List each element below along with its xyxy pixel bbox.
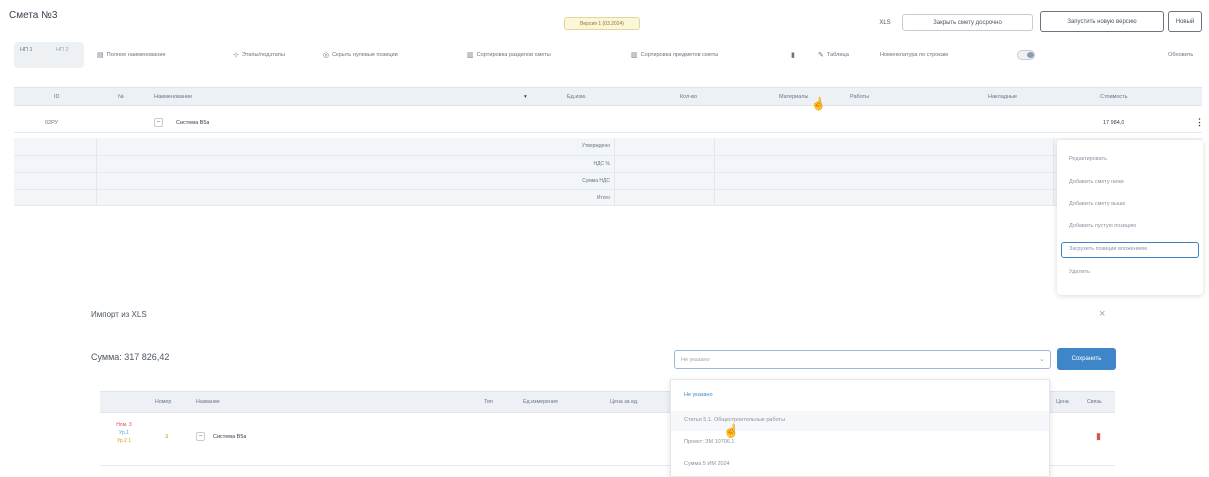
import-col-link: Связь	[1087, 399, 1102, 405]
refresh-button[interactable]: Обновить	[1168, 48, 1193, 62]
col-overhead: Накладные	[988, 94, 1018, 100]
toolbar-stages-label: Этапы/подэтапы	[241, 52, 285, 58]
trash-icon: ▮	[791, 52, 795, 59]
col-unit: Ед.изм.	[567, 94, 587, 100]
line-numbering-toggle[interactable]	[1017, 50, 1035, 60]
toolbar-table[interactable]: ✎ Таблица	[818, 48, 849, 62]
menu-add-empty-position[interactable]: Добавить пустую позицию	[1069, 223, 1136, 229]
mouse-cursor-icon: ☝	[809, 95, 828, 113]
launch-new-version-button[interactable]: Запустить новую версию	[1040, 11, 1164, 32]
toolbar-sort-sections-label: Сортировка разделов сметы	[476, 52, 551, 58]
chevron-down-icon: ⌄	[1039, 356, 1045, 363]
expand-toggle[interactable]: −	[154, 118, 163, 127]
menu-edit[interactable]: Редактировать	[1069, 156, 1107, 162]
toolbar-full-names[interactable]: ▤ Полное наименование	[97, 48, 166, 62]
col-materials: Материалы	[779, 94, 809, 100]
sort-items-icon: ▥	[631, 52, 638, 59]
col-cost: Стоимость	[1100, 94, 1128, 100]
summary-total: Итого	[596, 195, 610, 201]
sort-icon: ▥	[467, 52, 474, 59]
dropdown-option[interactable]: Проект: ЗМ 10706.1	[684, 439, 735, 445]
toolbar-sort-items-label: Сортировка предметов сметы	[640, 52, 719, 58]
branch-icon: ⊹	[233, 52, 239, 59]
tab-group: НП 1 НП 2	[14, 42, 84, 68]
row-flag-2: Ур.1	[119, 430, 129, 436]
row-number: 3	[165, 434, 169, 440]
toolbar-stages[interactable]: ⊹ Этапы/подэтапы	[233, 48, 285, 62]
list-icon: ▤	[97, 52, 104, 59]
import-col-unit: Ед.измерения	[523, 399, 558, 405]
import-sum: Сумма: 317 826,42	[91, 352, 170, 362]
new-button[interactable]: Новый	[1168, 11, 1202, 32]
edit-icon: ✎	[818, 52, 824, 59]
row-menu-icon[interactable]: ⋮	[1195, 117, 1204, 128]
summary-approved: Утверждено	[581, 143, 610, 149]
toolbar-line-numbering-label: Номенклатура по строкам	[880, 52, 948, 58]
sort-down-icon[interactable]: ▾	[524, 94, 527, 100]
category-select-value: Не указано	[681, 357, 710, 363]
import-title: Импорт из XLS	[91, 310, 147, 319]
import-col-unit-price: Цена за ед.	[610, 399, 639, 405]
import-col-name: Название	[196, 399, 220, 405]
tab-np2[interactable]: НП 2	[56, 47, 69, 53]
row-flag-1: Ном. 3	[116, 422, 132, 428]
col-qty: Кол-во	[680, 94, 698, 100]
xls-button[interactable]: XLS	[874, 15, 896, 31]
dropdown-option[interactable]: Не указано	[684, 392, 713, 398]
save-button[interactable]: Сохранить	[1057, 348, 1116, 370]
summary-vat-sum: Сумма НДС	[582, 178, 610, 184]
toolbar-sort-items[interactable]: ▥ Сортировка предметов сметы	[631, 48, 718, 62]
toolbar-table-label: Таблица	[826, 52, 849, 58]
row-flag-3: Ур.2 1	[116, 438, 132, 444]
col-works: Работы	[850, 94, 870, 100]
toolbar-full-names-label: Полное наименование	[106, 52, 166, 58]
toolbar-delete[interactable]: ▮	[791, 48, 795, 62]
table-row[interactable]: 02РУ − Система В5а 17 984,0 ⋮	[14, 113, 1204, 133]
menu-load-positions[interactable]: Загрузить позиции вложением	[1069, 246, 1147, 252]
row-id: 02РУ	[45, 120, 59, 126]
import-row-name: Система В5а	[213, 434, 247, 440]
expand-toggle[interactable]: −	[196, 432, 205, 441]
row-name: Система В5а	[176, 120, 210, 126]
table-header: ID № Наименование ▾ Ед.изм. Кол-во Матер…	[14, 87, 1202, 106]
toolbar-hide-empty-label: Скрыть нулевые позиции	[332, 52, 398, 58]
toolbar-line-numbering: Номенклатура по строкам	[880, 48, 948, 62]
import-col-price: Цена	[1056, 399, 1069, 405]
dropdown-option[interactable]: Сумма 5 ИМ 2024	[684, 461, 730, 467]
col-id: ID	[54, 94, 60, 100]
mouse-cursor-icon: ☝	[723, 423, 740, 438]
delete-row-icon[interactable]: ▮	[1096, 431, 1101, 442]
import-col-type: Тип	[484, 399, 493, 405]
toolbar-hide-empty[interactable]: ◎ Скрыть нулевые позиции	[323, 48, 398, 62]
version-badge: Версия 1 (03.2024)	[564, 17, 640, 30]
close-estimate-button[interactable]: Закрыть смету досрочно	[902, 14, 1033, 31]
category-select[interactable]: Не указано ⌄	[674, 350, 1051, 369]
col-name: Наименование	[154, 94, 193, 100]
refresh-label: Обновить	[1168, 52, 1194, 58]
menu-delete[interactable]: Удалить	[1069, 269, 1090, 275]
menu-add-estimate-below[interactable]: Добавить смету ниже	[1069, 179, 1124, 185]
summary-vat-percent: НДС %	[593, 161, 610, 167]
save-button-label: Сохранить	[1071, 356, 1102, 362]
row-cost: 17 984,0	[1103, 120, 1125, 126]
close-icon[interactable]: ×	[1099, 308, 1105, 320]
col-num: №	[118, 94, 124, 100]
toggle-knob	[1027, 52, 1034, 58]
eye-off-icon: ◎	[323, 52, 330, 59]
toolbar-sort-sections[interactable]: ▥ Сортировка разделов сметы	[467, 48, 551, 62]
menu-add-estimate-above[interactable]: Добавить смету выше	[1069, 201, 1125, 207]
row-flags: Ном. 3 Ур.1 Ур.2 1	[104, 421, 144, 445]
tab-np1[interactable]: НП 1	[20, 47, 33, 53]
page-title: Смета №3	[9, 10, 58, 21]
import-col-number: Номер	[155, 399, 172, 405]
